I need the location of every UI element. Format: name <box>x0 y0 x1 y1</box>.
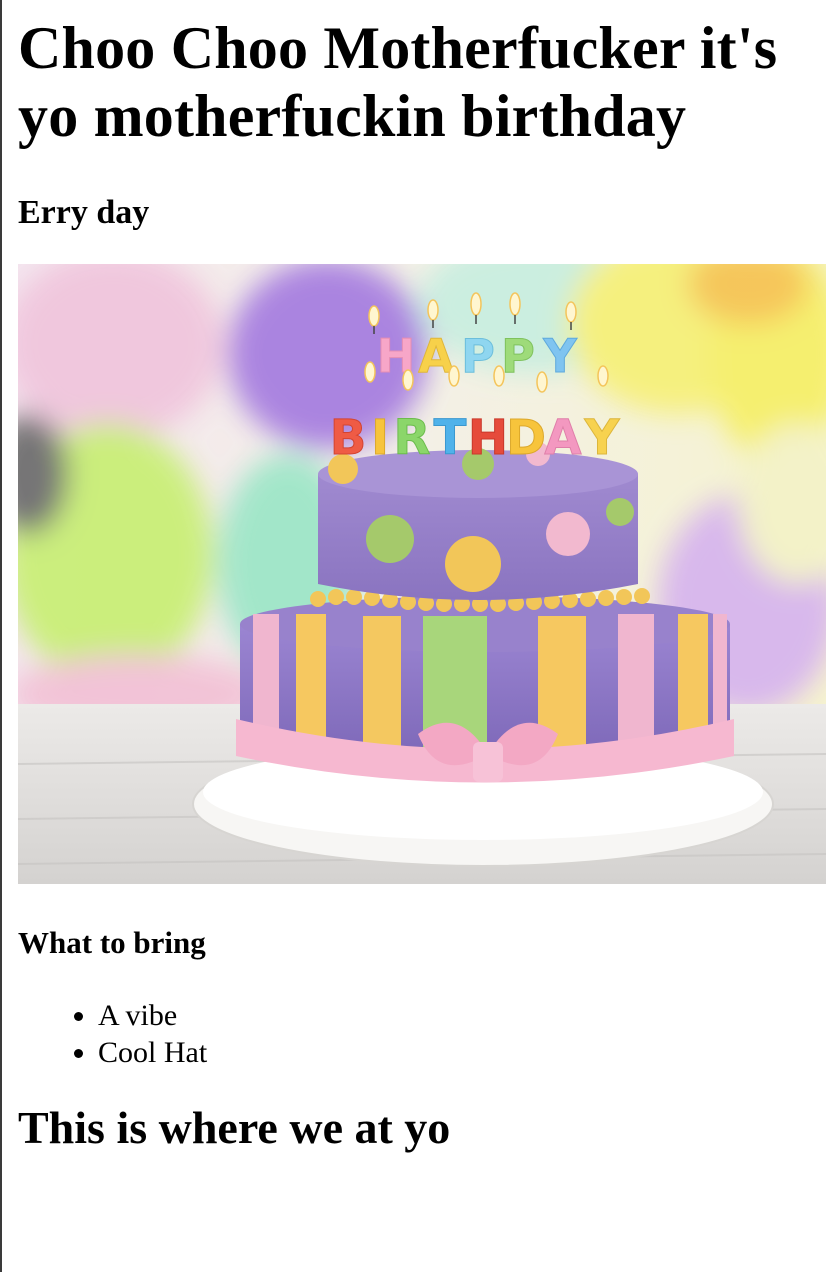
svg-text:P: P <box>501 329 535 383</box>
list-item: Cool Hat <box>98 1034 826 1071</box>
page-subtitle: Erry day <box>18 194 150 231</box>
svg-text:I: I <box>371 410 389 466</box>
location-heading: This is where we at yo <box>18 1102 451 1153</box>
birthday-cake-image: H A P P Y B I R T H D A Y <box>18 264 826 884</box>
bring-list: A vibe Cool Hat <box>18 997 826 1071</box>
svg-text:D: D <box>506 410 546 466</box>
svg-text:T: T <box>434 410 467 466</box>
svg-text:A: A <box>544 410 581 466</box>
svg-text:Y: Y <box>584 410 621 466</box>
svg-text:R: R <box>394 410 431 466</box>
svg-text:B: B <box>330 410 367 466</box>
window-left-edge <box>0 0 2 1272</box>
page-content: Choo Choo Motherfucker it's yo motherfuc… <box>18 0 826 1154</box>
svg-text:P: P <box>461 329 495 383</box>
svg-text:Y: Y <box>542 329 577 383</box>
list-item: A vibe <box>98 997 826 1034</box>
page-title: Choo Choo Motherfucker it's yo motherfuc… <box>18 15 778 149</box>
what-to-bring-heading: What to bring <box>18 925 206 960</box>
svg-text:H: H <box>468 410 508 466</box>
